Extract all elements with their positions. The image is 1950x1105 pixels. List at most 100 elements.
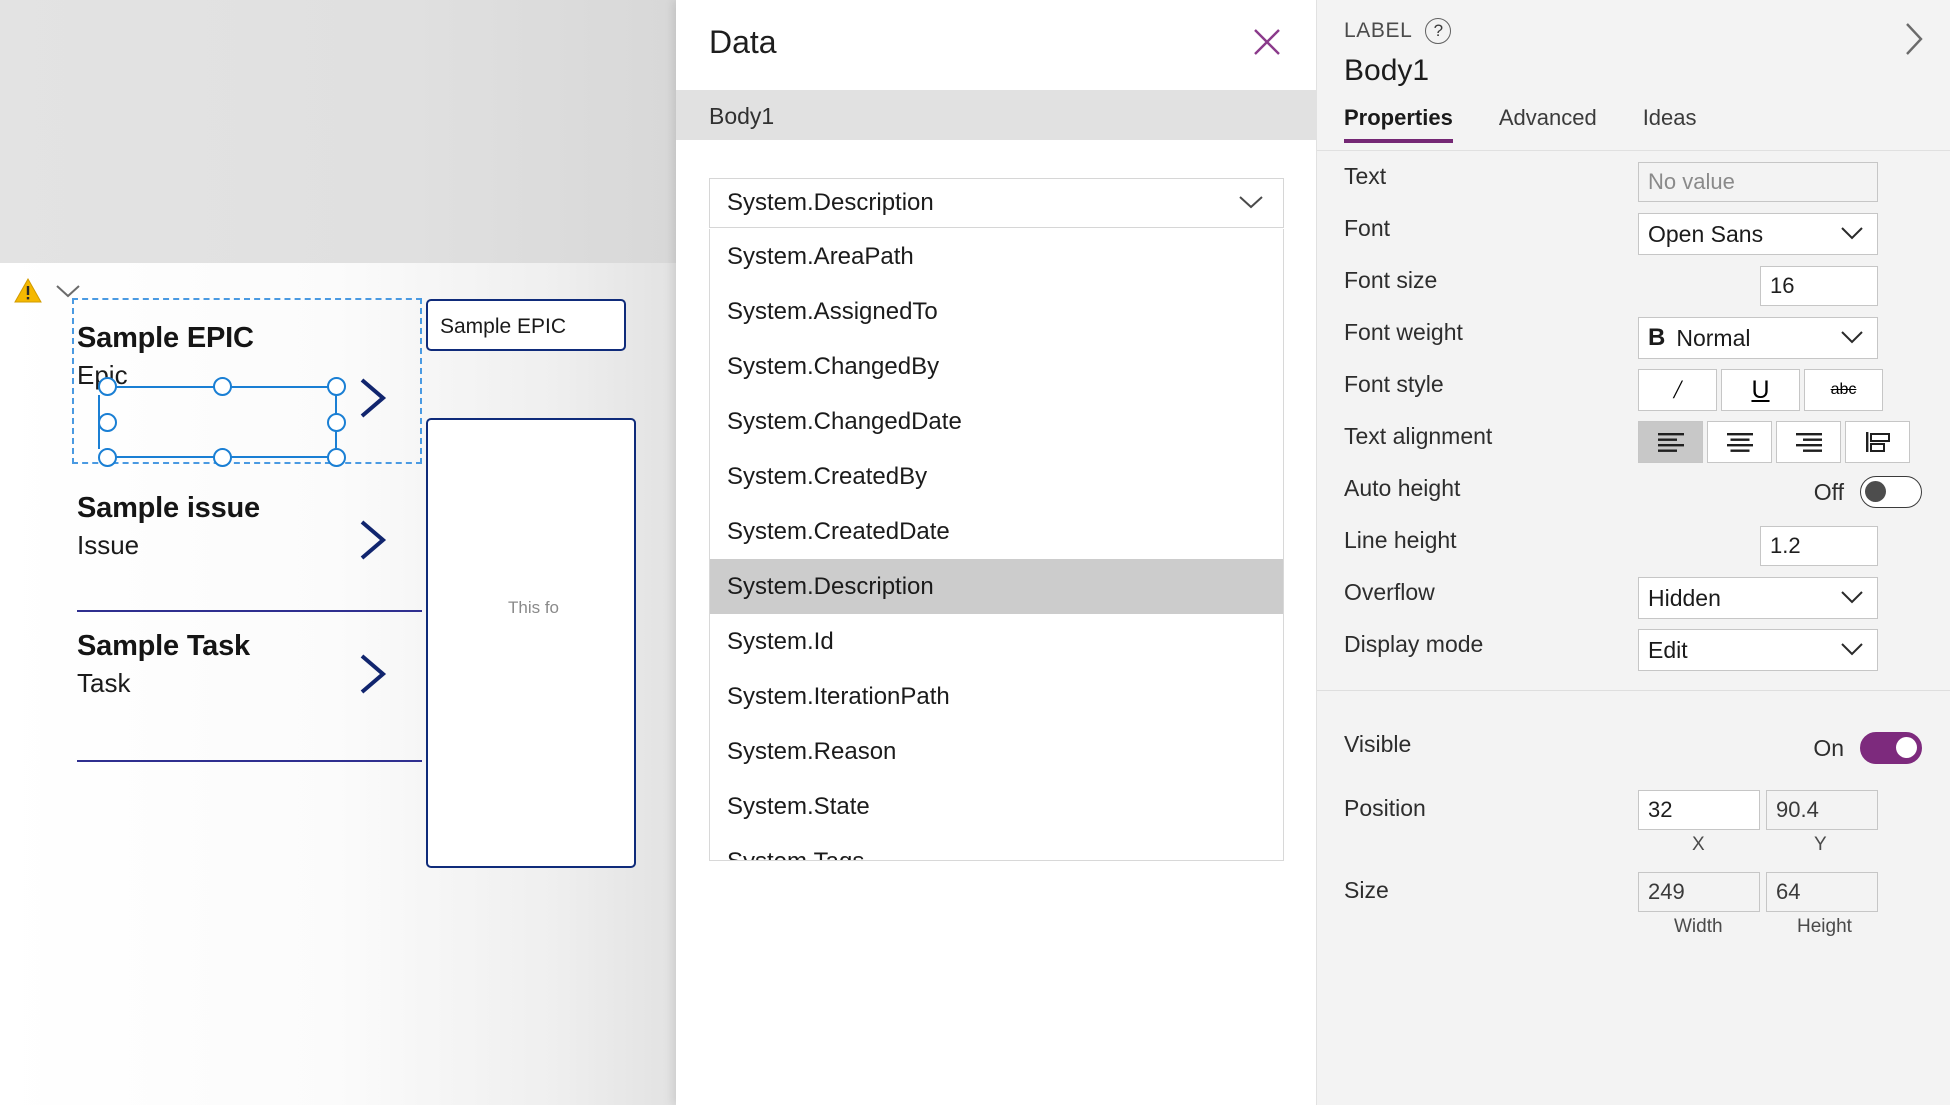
property-label: Text — [1344, 163, 1387, 189]
list-item[interactable]: System.CreatedDate — [710, 504, 1283, 559]
tab-advanced[interactable]: Advanced — [1499, 105, 1597, 143]
tab-ideas[interactable]: Ideas — [1643, 105, 1697, 143]
chevron-down-icon[interactable] — [1237, 193, 1265, 211]
property-row-font-size: Font size 16 — [1317, 256, 1950, 308]
overflow-dropdown[interactable]: Hidden — [1638, 577, 1878, 619]
list-item[interactable]: System.CreatedBy — [710, 449, 1283, 504]
strikethrough-icon[interactable]: abc — [1804, 369, 1883, 411]
property-label: Font style — [1344, 371, 1444, 397]
properties-panel[interactable]: LABEL ? Body1 Properties Advanced Ideas … — [1316, 0, 1950, 1105]
detail-body-box[interactable]: This fo — [426, 418, 636, 868]
size-width-field[interactable]: 249 — [1638, 872, 1760, 912]
property-label: Font size — [1344, 267, 1438, 293]
property-label: Position — [1344, 795, 1426, 821]
list-item[interactable]: System.IterationPath — [710, 669, 1283, 724]
align-center-icon[interactable] — [1707, 421, 1772, 463]
properties-panel-header: LABEL ? Body1 Properties Advanced Ideas — [1317, 0, 1950, 151]
detail-canvas[interactable]: Sample EPIC This fo — [426, 0, 676, 1105]
text-alignment-buttons[interactable] — [1638, 421, 1910, 463]
font-style-buttons[interactable]: / U abc — [1638, 369, 1883, 411]
property-row-font-weight: Font weight B Normal — [1317, 308, 1950, 360]
work-item-gallery[interactable]: Sample EPIC Epic Sample issue Issue Samp… — [40, 298, 470, 762]
chevron-right-icon[interactable] — [356, 651, 390, 697]
property-row-display-mode: Display mode Edit — [1317, 620, 1950, 672]
list-item[interactable]: Sample EPIC Epic — [40, 298, 470, 484]
position-y-field[interactable]: 90.4 — [1766, 790, 1878, 830]
size-height-field[interactable]: 64 — [1766, 872, 1878, 912]
font-weight-dropdown[interactable]: B Normal — [1638, 317, 1878, 359]
resize-handle-nw[interactable] — [98, 377, 117, 396]
chevron-down-icon[interactable] — [1840, 329, 1864, 345]
auto-height-toggle-wrap[interactable]: Off — [1814, 476, 1922, 508]
property-label: Text alignment — [1344, 423, 1493, 449]
position-x-field[interactable]: 32 — [1638, 790, 1760, 830]
resize-handle-ne[interactable] — [327, 377, 346, 396]
list-item[interactable]: Sample Task Task — [40, 612, 470, 738]
close-icon[interactable] — [1243, 18, 1291, 66]
data-field-option-list[interactable]: System.AreaPath System.AssignedTo System… — [709, 229, 1284, 861]
list-item-subtitle: Issue — [77, 530, 140, 560]
position-x-axis-label: X — [1692, 834, 1705, 855]
list-item[interactable]: System.Id — [710, 614, 1283, 669]
list-item[interactable]: System.State — [710, 779, 1283, 834]
question-circle-icon[interactable]: ? — [1425, 18, 1452, 44]
auto-height-toggle[interactable] — [1860, 476, 1922, 508]
chevron-down-icon[interactable] — [1840, 225, 1864, 241]
detail-title-box[interactable]: Sample EPIC — [426, 299, 626, 351]
resize-handle-se[interactable] — [327, 448, 346, 467]
list-item[interactable]: System.Tags — [710, 834, 1283, 861]
font-dropdown[interactable]: Open Sans — [1638, 213, 1878, 255]
resize-handle-n[interactable] — [213, 377, 232, 396]
align-left-icon[interactable] — [1638, 421, 1703, 463]
properties-tabs[interactable]: Properties Advanced Ideas — [1344, 105, 1697, 143]
size-height-axis-label: Height — [1797, 916, 1852, 937]
chevron-down-icon[interactable] — [1840, 641, 1864, 657]
align-justify-icon[interactable] — [1845, 421, 1910, 463]
list-item[interactable]: System.AssignedTo — [710, 284, 1283, 339]
control-kind-row: LABEL ? — [1344, 18, 1452, 44]
resize-handle-s[interactable] — [213, 448, 232, 467]
resize-handle-e[interactable] — [327, 413, 346, 432]
data-panel[interactable]: Data Body1 System.Description System.Are… — [676, 0, 1316, 1105]
list-item[interactable]: System.AreaPath — [710, 229, 1283, 284]
chevron-right-icon[interactable] — [356, 517, 390, 563]
control-kind-label: LABEL — [1344, 19, 1413, 42]
display-mode-dropdown[interactable]: Edit — [1638, 629, 1878, 671]
property-row-visible: Visible On — [1317, 720, 1950, 772]
property-row-line-height: Line height 1.2 — [1317, 516, 1950, 568]
visible-toggle[interactable] — [1860, 732, 1922, 764]
visible-toggle-wrap[interactable]: On — [1813, 732, 1922, 764]
font-size-field[interactable]: 16 — [1760, 266, 1878, 306]
list-item-subtitle: Task — [77, 668, 131, 698]
app-canvas[interactable]: Sample EPIC Epic Sample issue Issue Samp… — [0, 0, 676, 1105]
list-item[interactable]: Sample issue Issue — [40, 484, 470, 610]
resize-handle-sw[interactable] — [98, 448, 117, 467]
line-height-field[interactable]: 1.2 — [1760, 526, 1878, 566]
data-field-combobox[interactable]: System.Description — [709, 178, 1284, 228]
list-item[interactable]: System.ChangedBy — [710, 339, 1283, 394]
properties-rows: Text No value Font Open Sans Font size 1… — [1317, 152, 1950, 938]
chevron-right-icon[interactable] — [1898, 18, 1928, 60]
detail-title-text: Sample EPIC — [440, 315, 567, 338]
warning-triangle-icon[interactable] — [14, 278, 42, 303]
auto-height-state: Off — [1813, 478, 1844, 505]
chevron-down-icon[interactable] — [1840, 589, 1864, 605]
underline-icon[interactable]: U — [1721, 369, 1800, 411]
control-resize-handles[interactable] — [98, 377, 346, 467]
list-item[interactable]: System.Reason — [710, 724, 1283, 779]
resize-handle-w[interactable] — [98, 413, 117, 432]
list-divider — [77, 760, 422, 762]
chevron-right-icon[interactable] — [356, 375, 390, 421]
list-item-selected[interactable]: System.Description — [710, 559, 1283, 614]
property-row-font-style: Font style / U abc — [1317, 360, 1950, 412]
property-row-text-alignment: Text alignment — [1317, 412, 1950, 464]
control-name: Body1 — [1344, 54, 1430, 87]
list-item[interactable]: System.ChangedDate — [710, 394, 1283, 449]
align-right-icon[interactable] — [1776, 421, 1841, 463]
text-field[interactable]: No value — [1638, 162, 1878, 202]
property-row-overflow: Overflow Hidden — [1317, 568, 1950, 620]
chevron-down-icon[interactable] — [55, 283, 81, 299]
canvas-warning-row[interactable] — [14, 278, 81, 303]
italic-icon[interactable]: / — [1638, 369, 1717, 411]
tab-properties[interactable]: Properties — [1344, 105, 1453, 143]
